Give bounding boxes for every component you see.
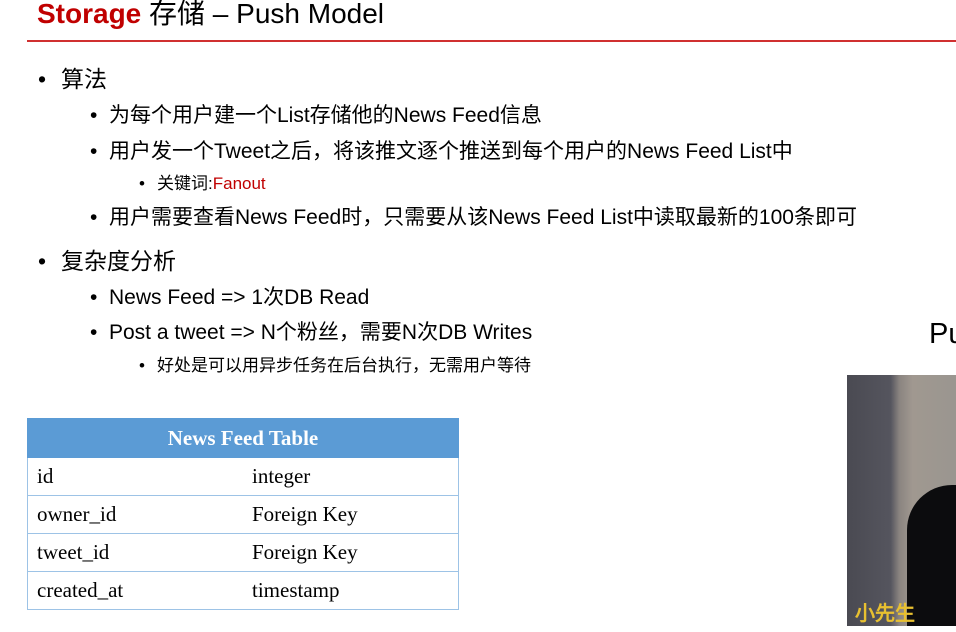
keyword-label: 关键词: [157, 174, 213, 193]
list-item: 用户需要查看News Feed时，只需要从该News Feed List中读取最… [109, 206, 857, 229]
table-row: created_at timestamp [27, 571, 459, 610]
video-caption-logo: 小先生 [855, 601, 915, 625]
table-row: owner_id Foreign Key [27, 495, 459, 534]
bullet-icon: • [90, 286, 98, 309]
bullet-icon: • [90, 140, 98, 163]
bullet-icon: • [38, 248, 47, 274]
list-item: 用户发一个Tweet之后，将该推文逐个推送到每个用户的News Feed Lis… [109, 140, 793, 163]
table-row: id integer [27, 457, 459, 496]
bullet-icon: • [139, 174, 145, 193]
bullet-icon: • [90, 321, 98, 344]
field-type: timestamp [243, 571, 459, 610]
side-heading-fragment: Pu [929, 318, 956, 350]
title-highlight: Storage [37, 0, 142, 29]
bullet-icon: • [90, 104, 98, 127]
section-heading-algorithm: 算法 [61, 66, 107, 92]
field-name: owner_id [27, 495, 243, 534]
field-type: Foreign Key [243, 495, 459, 534]
keyword-value: Fanout [212, 174, 266, 193]
keyword-item: 关键词:Fanout [157, 172, 266, 196]
bullet-icon: • [38, 66, 47, 92]
field-type: integer [243, 457, 459, 496]
table-row: tweet_id Foreign Key [27, 533, 459, 572]
section-heading-complexity: 复杂度分析 [61, 248, 176, 274]
list-item: News Feed => 1次DB Read [109, 286, 370, 309]
field-name: tweet_id [27, 533, 243, 572]
slide-title: Storage 存储 – Push Model [37, 0, 384, 32]
table-title: News Feed Table [27, 418, 459, 458]
field-name: created_at [27, 571, 243, 610]
title-divider [27, 40, 956, 42]
title-rest: 存储 – Push Model [141, 0, 385, 29]
sub-list-item: 好处是可以用异步任务在后台执行，无需用户等待 [157, 356, 531, 375]
list-item: 为每个用户建一个List存储他的News Feed信息 [109, 104, 542, 127]
list-item: Post a tweet => N个粉丝，需要N次DB Writes [109, 321, 533, 344]
bullet-icon: • [90, 206, 98, 229]
field-type: Foreign Key [243, 533, 459, 572]
news-feed-table: News Feed Table id integer owner_id Foreig… [27, 418, 459, 610]
presenter-video: 小先生 [847, 375, 956, 626]
bullet-icon: • [139, 356, 145, 375]
field-name: id [27, 457, 243, 496]
